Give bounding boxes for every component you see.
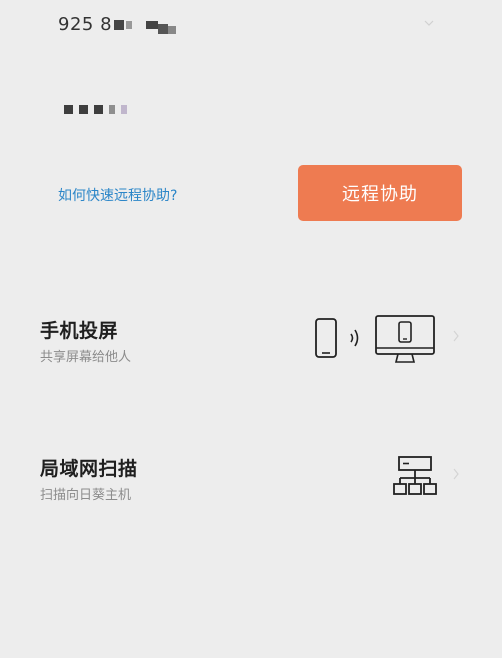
screen-cast-row[interactable]: 手机投屏 共享屏幕给他人 xyxy=(0,300,502,400)
lan-scan-title: 局域网扫描 xyxy=(40,458,138,480)
chevron-down-icon[interactable] xyxy=(424,16,434,26)
screen-cast-subtitle: 共享屏幕给他人 xyxy=(40,350,132,365)
device-id-redacted xyxy=(168,25,177,34)
phone-to-monitor-icon xyxy=(315,315,435,363)
device-id-redacted xyxy=(114,19,125,30)
device-id-redacted xyxy=(126,20,133,29)
network-topology-icon xyxy=(393,456,437,495)
remote-assist-button[interactable]: 远程协助 xyxy=(298,165,462,221)
device-id-redacted xyxy=(158,23,169,34)
masked-char xyxy=(64,105,73,114)
chevron-right-icon xyxy=(452,330,460,346)
chevron-right-icon xyxy=(452,468,460,484)
lan-scan-row[interactable]: 局域网扫描 扫描向日葵主机 xyxy=(0,440,502,540)
help-link[interactable]: 如何快速远程协助? xyxy=(58,185,177,205)
screen-cast-title: 手机投屏 xyxy=(40,320,119,342)
masked-char xyxy=(121,105,127,114)
device-id: 925 8 xyxy=(58,14,177,35)
lan-scan-subtitle: 扫描向日葵主机 xyxy=(40,488,132,503)
masked-char xyxy=(94,105,103,114)
device-id-redacted xyxy=(146,20,159,29)
device-id-text: 925 8 xyxy=(58,14,113,35)
remote-assist-screen: 925 8 如何快速远程协助? 远程协助 手机投屏 共享屏幕给他人 局域网扫描 … xyxy=(0,0,502,658)
password-masked xyxy=(64,105,127,114)
masked-char xyxy=(79,105,88,114)
masked-char xyxy=(109,105,115,114)
